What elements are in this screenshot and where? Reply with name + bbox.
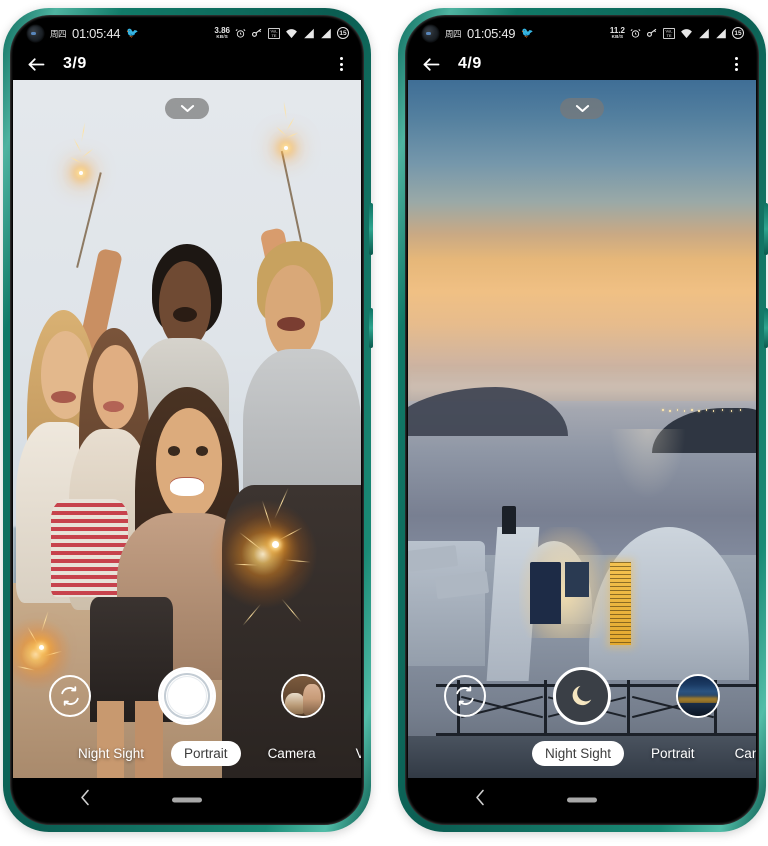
wifi-icon-2 <box>680 28 693 39</box>
front-camera-punch-hole-2 <box>422 24 439 42</box>
mode-list-left: Night Sight Portrait Camera Video <box>65 740 361 766</box>
gallery-thumbnail-button-2[interactable] <box>676 674 720 718</box>
mode-night-sight[interactable]: Night Sight <box>65 741 157 766</box>
key-icon <box>251 28 263 39</box>
back-arrow-icon-2[interactable] <box>420 53 442 75</box>
photo-viewer-left[interactable]: Night Sight Portrait Camera Video <box>13 80 361 778</box>
mode-portrait[interactable]: Portrait <box>638 741 708 766</box>
svg-text:TE: TE <box>666 33 671 38</box>
phone-screen-right: 周四 01:05:49 🐦 11.2 KB/S VoL TE 15 4/9 Ni… <box>408 18 756 822</box>
front-camera-punch-hole <box>27 24 44 42</box>
collapse-chevron-pill[interactable] <box>165 98 209 119</box>
photo-viewer-right[interactable]: Night SightPortraitCameraVideo <box>408 80 756 778</box>
power-button-right-phone[interactable] <box>764 308 768 348</box>
alarm-icon-2 <box>630 28 641 39</box>
moon-icon <box>572 685 592 706</box>
status-bar-right-group: 3.86 KB/S VoL TE 15 <box>214 26 349 40</box>
flip-camera-button[interactable] <box>49 675 91 717</box>
camera-controls-right <box>408 660 756 732</box>
mode-strip-right[interactable]: Night SightPortraitCameraVideo <box>408 738 756 768</box>
status-bar-left-group: 周四 01:05:44 🐦 <box>27 24 139 42</box>
status-bar-right: 周四 01:05:49 🐦 11.2 KB/S VoL TE 15 <box>408 18 756 48</box>
network-speed-indicator: 3.86 KB/S <box>214 26 230 40</box>
mode-camera[interactable]: Camera <box>722 741 756 766</box>
network-speed-unit-2: KB/S <box>611 33 624 39</box>
signal-icon-1 <box>303 28 315 39</box>
camera-flip-icon-2 <box>456 686 474 706</box>
status-bar-left: 周四 01:05:44 🐦 3.86 KB/S VoL TE 15 <box>13 18 361 48</box>
camera-flip-icon <box>61 686 79 706</box>
chevron-down-icon <box>180 105 194 112</box>
screenshot-stage: 周四 01:05:44 🐦 3.86 KB/S VoL TE 15 3/9 Ni… <box>0 0 768 846</box>
signal-icon-1-2 <box>698 28 710 39</box>
svg-text:TE: TE <box>271 33 276 38</box>
doorway <box>529 561 562 625</box>
camera-controls-left <box>13 660 361 732</box>
gallery-thumbnail-button[interactable] <box>281 674 325 718</box>
network-speed-indicator-2: 11.2 KB/S <box>610 26 625 40</box>
system-nav-bar-right <box>408 778 756 822</box>
volte-icon-2: VoL TE <box>663 27 675 39</box>
status-clock: 01:05:44 <box>72 25 121 41</box>
nav-back-icon[interactable] <box>79 789 91 812</box>
mode-portrait[interactable]: Portrait <box>171 740 241 766</box>
chevron-down-icon-2 <box>575 105 589 112</box>
shutter-button-2[interactable] <box>553 667 611 725</box>
status-day-label-2: 周四 <box>445 29 462 39</box>
phone-bezel-left: 周四 01:05:44 🐦 3.86 KB/S VoL TE 15 3/9 Ni… <box>10 15 364 825</box>
collapse-chevron-pill-2[interactable] <box>560 98 604 119</box>
gallery-thumbnail-image-2 <box>678 676 718 716</box>
mode-video[interactable]: Video <box>343 741 361 766</box>
bird-notification-icon-2: 🐦 <box>521 27 534 39</box>
nav-back-icon-2[interactable] <box>474 789 486 812</box>
system-nav-bar-left <box>13 778 361 822</box>
bird-notification-icon: 🐦 <box>126 27 139 39</box>
volume-button-left-phone[interactable] <box>369 203 373 255</box>
key-icon-2 <box>646 28 658 39</box>
battery-indicator-2: 15 <box>732 27 744 39</box>
network-speed-unit: KB/S <box>216 33 228 39</box>
page-title-2: 4/9 <box>458 55 482 72</box>
volte-icon: VoL TE <box>268 27 280 39</box>
phone-device-right: 周四 01:05:49 🐦 11.2 KB/S VoL TE 15 4/9 Ni… <box>398 8 768 832</box>
mode-night-sight[interactable]: Night Sight <box>532 740 625 766</box>
volume-button-right-phone[interactable] <box>764 203 768 255</box>
page-title: 3/9 <box>63 55 87 72</box>
signal-icon-2 <box>320 28 332 39</box>
overflow-menu-icon-2[interactable] <box>729 53 744 75</box>
status-bar-left-group-2: 周四 01:05:49 🐦 <box>422 24 534 42</box>
app-bar-right: 4/9 <box>408 48 756 80</box>
signal-icon-2-2 <box>715 28 727 39</box>
flip-camera-button-2[interactable] <box>444 675 486 717</box>
power-button-left-phone[interactable] <box>369 308 373 348</box>
distant-town-lights <box>659 409 749 412</box>
phone-bezel-right: 周四 01:05:49 🐦 11.2 KB/S VoL TE 15 4/9 Ni… <box>405 15 759 825</box>
battery-indicator: 15 <box>337 27 349 39</box>
status-day-label: 周四 <box>50 29 67 39</box>
shutter-button[interactable] <box>158 667 216 725</box>
status-clock-2: 01:05:49 <box>467 25 516 41</box>
nav-home-indicator-2[interactable] <box>567 797 597 803</box>
alarm-icon <box>235 28 246 39</box>
wifi-icon <box>285 28 298 39</box>
status-bar-right-group-2: 11.2 KB/S VoL TE 15 <box>610 26 744 40</box>
phone-device-left: 周四 01:05:44 🐦 3.86 KB/S VoL TE 15 3/9 Ni… <box>3 8 373 832</box>
nav-home-indicator[interactable] <box>172 797 202 803</box>
gallery-thumbnail-image <box>283 676 323 716</box>
app-bar-left: 3/9 <box>13 48 361 80</box>
mode-camera[interactable]: Camera <box>255 741 329 766</box>
overflow-menu-icon[interactable] <box>334 53 349 75</box>
mode-strip-left[interactable]: Night Sight Portrait Camera Video <box>13 738 361 768</box>
mode-list-right: Night SightPortraitCameraVideo <box>532 740 756 766</box>
phone-screen-left: 周四 01:05:44 🐦 3.86 KB/S VoL TE 15 3/9 Ni… <box>13 18 361 822</box>
back-arrow-icon[interactable] <box>25 53 47 75</box>
